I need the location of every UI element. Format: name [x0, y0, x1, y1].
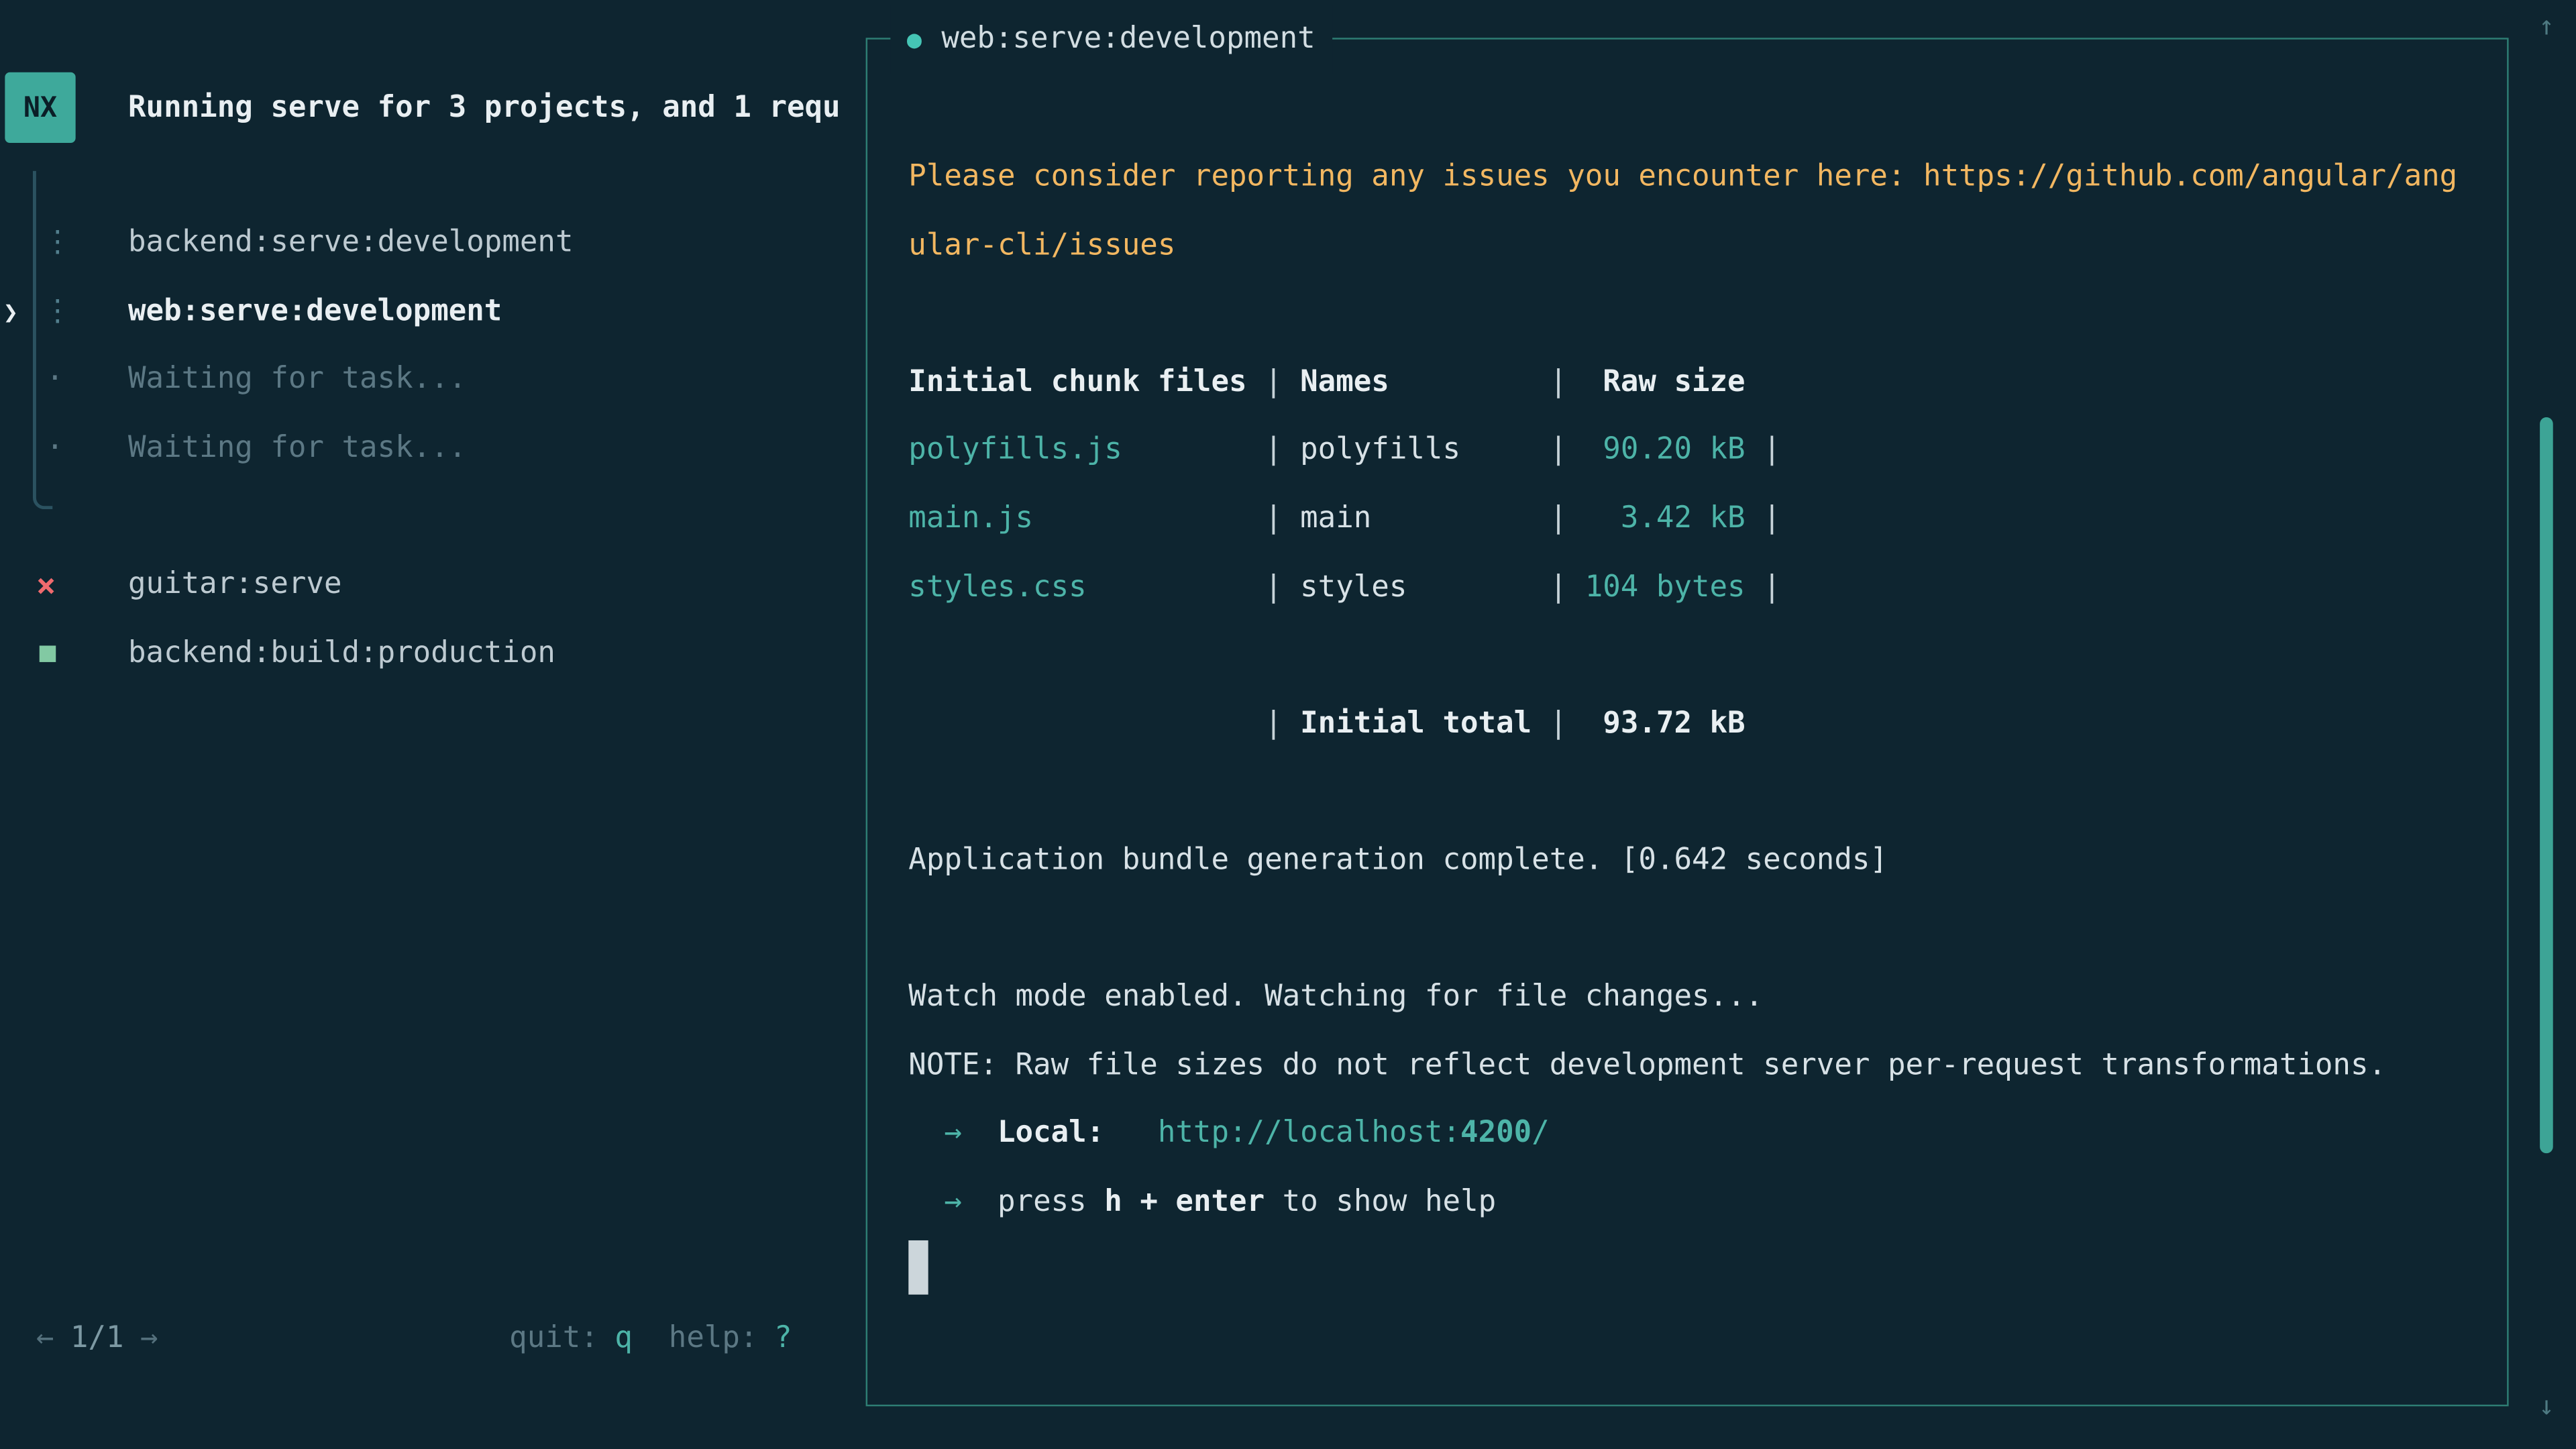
spinner-icon: ⋮ [43, 278, 72, 347]
waiting-dot-icon: · [46, 345, 64, 414]
watch-mode-line: Watch mode enabled. Watching for file ch… [908, 963, 2469, 1031]
pipe: | [1746, 417, 1781, 485]
task-label: guitar:serve [128, 550, 341, 619]
task-item-waiting-2[interactable]: · Waiting for task... [0, 414, 866, 483]
cell-name: polyfills [1283, 417, 1550, 485]
note-line: NOTE: Raw file sizes do not reflect deve… [908, 1031, 2469, 1099]
col-header-size: Raw size [1567, 348, 1745, 417]
nx-tui: NX Running serve for 3 projects, and 1 r… [0, 0, 2576, 1449]
pipe: | [1550, 706, 1568, 740]
task-label: Waiting for task... [128, 414, 466, 483]
issue-notice: Please consider reporting any issues you… [908, 143, 2457, 280]
pipe: | [1550, 433, 1568, 467]
table-row: styles.css|styles|104 bytes| [908, 553, 2469, 621]
help-key-line: → press h + enter to show help [908, 1168, 2469, 1236]
pipe: | [1265, 570, 1283, 604]
success-square-icon [40, 645, 56, 661]
local-url-line: → Local: http://localhost:4200/ [908, 1099, 2469, 1168]
scrollbar-thumb[interactable] [2540, 417, 2553, 1153]
pipe: | [1265, 433, 1283, 467]
local-url[interactable]: http://localhost:4200/ [1158, 1116, 1550, 1150]
cell-name: main [1283, 484, 1550, 553]
task-label: backend:build:production [128, 619, 555, 688]
status-dot-icon: ● [907, 25, 922, 54]
col-header-file: Initial chunk files [908, 348, 1265, 417]
sidebar-title: Running serve for 3 projects, and 1 requ [128, 72, 866, 143]
table-header-row: Initial chunk files|Names|Raw size [908, 348, 2469, 417]
help-line-keys: h + enter [1104, 1184, 1265, 1218]
pipe: | [1746, 484, 1781, 553]
table-row: polyfills.js|polyfills|90.20 kB| [908, 417, 2469, 485]
cell-size: 90.20 kB [1567, 417, 1745, 485]
output-panel: ●web:serve:development Please consider r… [866, 38, 2509, 1406]
arrow-icon: → [944, 1116, 962, 1150]
cell-size: 3.42 kB [1567, 484, 1745, 553]
pipe: | [1265, 364, 1283, 398]
terminal-screen: NX Running serve for 3 projects, and 1 r… [0, 0, 2576, 1449]
cell-name: styles [1283, 553, 1550, 621]
pager-right-icon[interactable]: → [140, 1321, 158, 1355]
sidebar: NX Running serve for 3 projects, and 1 r… [0, 0, 866, 1449]
cursor-line [908, 1236, 2469, 1305]
terminal-cursor [908, 1240, 928, 1295]
waiting-dot-icon: · [46, 414, 64, 483]
url-prefix: http://localhost: [1158, 1116, 1460, 1150]
help-hint-label: help: [669, 1321, 758, 1355]
total-size: 93.72 kB [1567, 690, 1745, 758]
pipe: | [1550, 501, 1568, 535]
table-row: main.js|main|3.42 kB| [908, 484, 2469, 553]
task-item-web-serve[interactable]: ❯ ⋮ web:serve:development [0, 278, 866, 347]
task-item-waiting-1[interactable]: · Waiting for task... [0, 345, 866, 414]
scroll-up-icon[interactable]: ↑ [2527, 7, 2567, 46]
error-x-icon: × [36, 550, 56, 619]
pipe: | [1746, 553, 1781, 621]
table-total-row: |Initial total|93.72 kB [908, 690, 2469, 758]
keyboard-hints: quit: q help:? [509, 1304, 792, 1373]
terminal-output: Please consider reporting any issues you… [908, 143, 2469, 1305]
pager: ← 1/1 → [36, 1304, 158, 1373]
nx-logo: NX [5, 72, 75, 143]
pipe: | [1550, 364, 1568, 398]
pipe: | [1265, 501, 1283, 535]
col-header-name: Names [1283, 348, 1550, 417]
url-port: 4200 [1460, 1116, 1532, 1150]
panel-title-label: web:serve:development [941, 21, 1315, 56]
pager-page: 1/1 [70, 1321, 124, 1355]
local-label: Local: [998, 1116, 1104, 1150]
task-label: Waiting for task... [128, 345, 466, 414]
cell-file: polyfills.js [908, 417, 1265, 485]
total-label: Initial total [1283, 690, 1550, 758]
help-hint-key: ? [774, 1321, 792, 1355]
bundle-complete-line: Application bundle generation complete. … [908, 826, 2469, 895]
cell-file: styles.css [908, 553, 1265, 621]
quit-hint-label: quit: [509, 1321, 598, 1355]
arrow-icon: → [944, 1184, 962, 1218]
cell-size: 104 bytes [1567, 553, 1745, 621]
url-suffix: / [1532, 1116, 1550, 1150]
task-item-guitar-serve[interactable]: × guitar:serve [0, 550, 866, 619]
task-label: web:serve:development [128, 278, 502, 347]
quit-hint-key: q [614, 1321, 633, 1355]
task-label: backend:serve:development [128, 209, 574, 278]
spinner-icon: ⋮ [43, 209, 72, 278]
panel-title: ● web:serve:development [890, 5, 1332, 74]
scroll-down-icon[interactable]: ↓ [2527, 1387, 2567, 1426]
task-item-backend-build[interactable]: backend:build:production [0, 619, 866, 688]
pager-left-icon[interactable]: ← [36, 1321, 54, 1355]
pipe: | [1265, 706, 1283, 740]
cell-file: main.js [908, 484, 1265, 553]
task-item-backend-serve[interactable]: ⋮ backend:serve:development [0, 209, 866, 278]
pipe: | [1550, 570, 1568, 604]
help-line-post: to show help [1265, 1184, 1496, 1218]
selected-chevron-icon: ❯ [3, 278, 18, 347]
help-line-pre: press [998, 1184, 1104, 1218]
